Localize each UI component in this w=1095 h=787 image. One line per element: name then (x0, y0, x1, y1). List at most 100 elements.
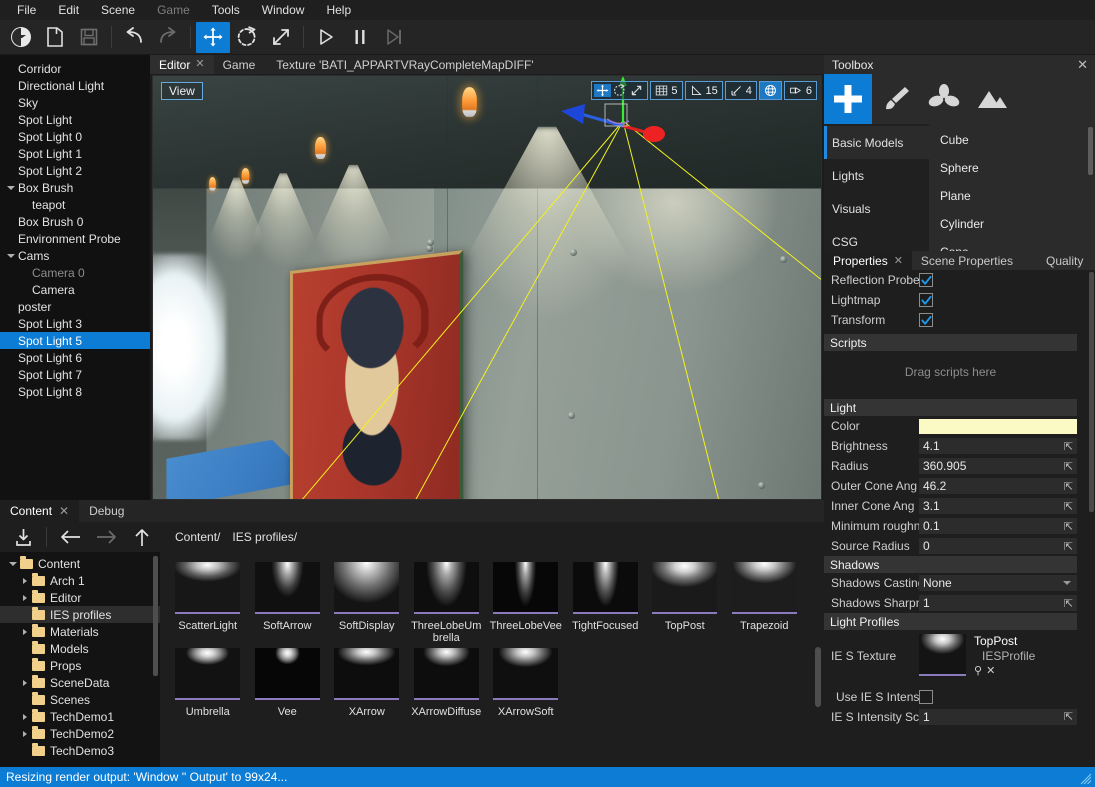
close-icon[interactable]: ✕ (59, 504, 69, 518)
expand-icon[interactable]: ⇱ (1064, 597, 1073, 610)
toolbox-scrollbar[interactable] (1088, 127, 1093, 175)
scene-tree-item[interactable]: Spot Light 3 (0, 315, 150, 332)
property-input[interactable]: 46.2 ⇱ (919, 478, 1077, 494)
undo-icon[interactable] (117, 22, 151, 53)
asset-item[interactable]: ThreeLobeVee (486, 558, 566, 644)
toolbox-category[interactable]: Basic Models (824, 126, 929, 159)
content-tree-item[interactable]: Editor (0, 589, 160, 606)
property-checkbox[interactable] (919, 313, 933, 327)
asset-item[interactable]: XArrow (327, 644, 407, 718)
scene-tree-item[interactable]: Spot Light 2 (0, 162, 150, 179)
property-input[interactable]: 360.905 ⇱ (919, 458, 1077, 474)
chevron-down-icon[interactable] (4, 186, 18, 190)
new-scene-icon[interactable] (38, 22, 72, 53)
close-icon[interactable]: ✕ (1077, 57, 1088, 73)
step-frame-icon[interactable] (377, 22, 411, 53)
property-input[interactable]: 3.1 ⇱ (919, 498, 1077, 514)
asset-item[interactable]: ScatterLight (168, 558, 248, 644)
scene-tree-item[interactable]: Spot Light 7 (0, 366, 150, 383)
scene-tree-item[interactable]: Box Brush 0 (0, 213, 150, 230)
toolbox-item[interactable]: Cube (929, 126, 1095, 154)
ies-thumbnail[interactable] (919, 634, 966, 676)
scene-tree-item[interactable]: Box Brush (0, 179, 150, 196)
content-tree-item[interactable]: Arch 1 (0, 572, 160, 589)
property-input[interactable]: 4.1 ⇱ (919, 438, 1077, 454)
menu-tools[interactable]: Tools (201, 0, 251, 20)
menu-window[interactable]: Window (251, 0, 316, 20)
asset-item[interactable]: XArrowSoft (486, 644, 566, 718)
translate-mode-icon[interactable] (594, 84, 611, 97)
tab-editor[interactable]: Editor ✕ (150, 55, 214, 74)
asset-item[interactable]: Vee (248, 644, 328, 718)
content-tree-item[interactable]: SceneData (0, 674, 160, 691)
asset-item[interactable]: ThreeLobeUmbrella (407, 558, 487, 644)
scene-tree-item[interactable]: Camera (0, 281, 150, 298)
asset-item[interactable]: SoftDisplay (327, 558, 407, 644)
property-checkbox[interactable] (919, 293, 933, 307)
tab-game[interactable]: Game (214, 55, 265, 74)
toolbox-category[interactable]: Visuals (824, 192, 929, 225)
expand-icon[interactable]: ⇱ (1064, 710, 1073, 723)
content-tree-item[interactable]: Props (0, 657, 160, 674)
scale-mode-icon[interactable] (628, 84, 645, 97)
foliage-icon[interactable] (920, 74, 968, 124)
scene-tree-item[interactable]: Spot Light 8 (0, 383, 150, 400)
editor-viewport[interactable]: View 5 15 4 6 (152, 75, 822, 500)
play-icon[interactable] (309, 22, 343, 53)
resize-grip-icon[interactable] (1080, 773, 1092, 785)
breadcrumb-content[interactable]: Content/ (161, 530, 224, 544)
content-tree-item[interactable]: TechDemo1 (0, 708, 160, 725)
expand-icon[interactable]: ⇱ (1064, 480, 1073, 493)
expand-icon[interactable]: ⇱ (1064, 540, 1073, 553)
toolbox-item[interactable]: Cylinder (929, 210, 1095, 238)
scene-tree-item[interactable]: Environment Probe (0, 230, 150, 247)
scene-tree-item[interactable]: Corridor (0, 60, 150, 77)
menu-scene[interactable]: Scene (90, 0, 146, 20)
asset-item[interactable]: Umbrella (168, 644, 248, 718)
property-input[interactable]: 1 ⇱ (919, 595, 1077, 611)
content-tree-item[interactable]: Materials (0, 623, 160, 640)
grid-snap-tool[interactable]: 5 (650, 81, 682, 100)
ies-intensity-scale-field[interactable]: 1 ⇱ (919, 709, 1077, 725)
content-tree-item[interactable]: Content (0, 555, 160, 572)
scene-tree-item[interactable]: Spot Light 5 (0, 332, 150, 349)
scene-tree-item[interactable]: Cams (0, 247, 150, 264)
redo-icon[interactable] (151, 22, 185, 53)
back-arrow-icon[interactable] (53, 524, 87, 550)
scene-tree-item[interactable]: Sky (0, 94, 150, 111)
content-tree-item[interactable]: IES profiles (0, 606, 160, 623)
up-arrow-icon[interactable] (125, 524, 159, 550)
chevron-right-icon[interactable] (18, 714, 32, 720)
asset-grid-scrollbar[interactable] (815, 647, 821, 707)
tab-properties[interactable]: Properties ✕ (824, 251, 912, 270)
scale-snap-tool[interactable]: 4 (725, 81, 757, 100)
scene-tree-item[interactable]: Directional Light (0, 77, 150, 94)
camera-speed-tool[interactable]: 6 (784, 81, 817, 100)
chevron-right-icon[interactable] (18, 731, 32, 737)
plus-icon[interactable] (824, 74, 872, 124)
rotate-gizmo-icon[interactable] (230, 22, 264, 53)
menu-game[interactable]: Game (146, 0, 201, 20)
scene-tree-item[interactable]: Spot Light 6 (0, 349, 150, 366)
world-space-tool[interactable] (759, 81, 782, 100)
terrain-icon[interactable] (968, 74, 1016, 124)
asset-item[interactable]: TopPost (645, 558, 725, 644)
asset-item[interactable]: Trapezoid (725, 558, 805, 644)
property-input[interactable]: 0.1 ⇱ (919, 518, 1077, 534)
property-input[interactable]: 0 ⇱ (919, 538, 1077, 554)
rotate-mode-icon[interactable] (611, 84, 628, 97)
content-tree-item[interactable]: TechDemo3 (0, 742, 160, 759)
asset-item[interactable]: SoftArrow (248, 558, 328, 644)
content-tree-item[interactable]: TechDemo2 (0, 725, 160, 742)
forward-arrow-icon[interactable] (89, 524, 123, 550)
use-ies-intensity-checkbox[interactable] (919, 690, 933, 704)
toolbox-item[interactable]: Cone (929, 238, 1095, 251)
chevron-right-icon[interactable] (18, 578, 32, 584)
scene-tree-item[interactable]: Spot Light 0 (0, 128, 150, 145)
expand-icon[interactable]: ⇱ (1064, 460, 1073, 473)
content-tree-item[interactable]: Scenes (0, 691, 160, 708)
scene-tree-item[interactable]: Spot Light (0, 111, 150, 128)
search-icon[interactable]: ⚲ (974, 665, 982, 679)
breadcrumb-ies-profiles[interactable]: IES profiles/ (226, 530, 301, 544)
property-dropdown[interactable]: None (919, 575, 1077, 591)
